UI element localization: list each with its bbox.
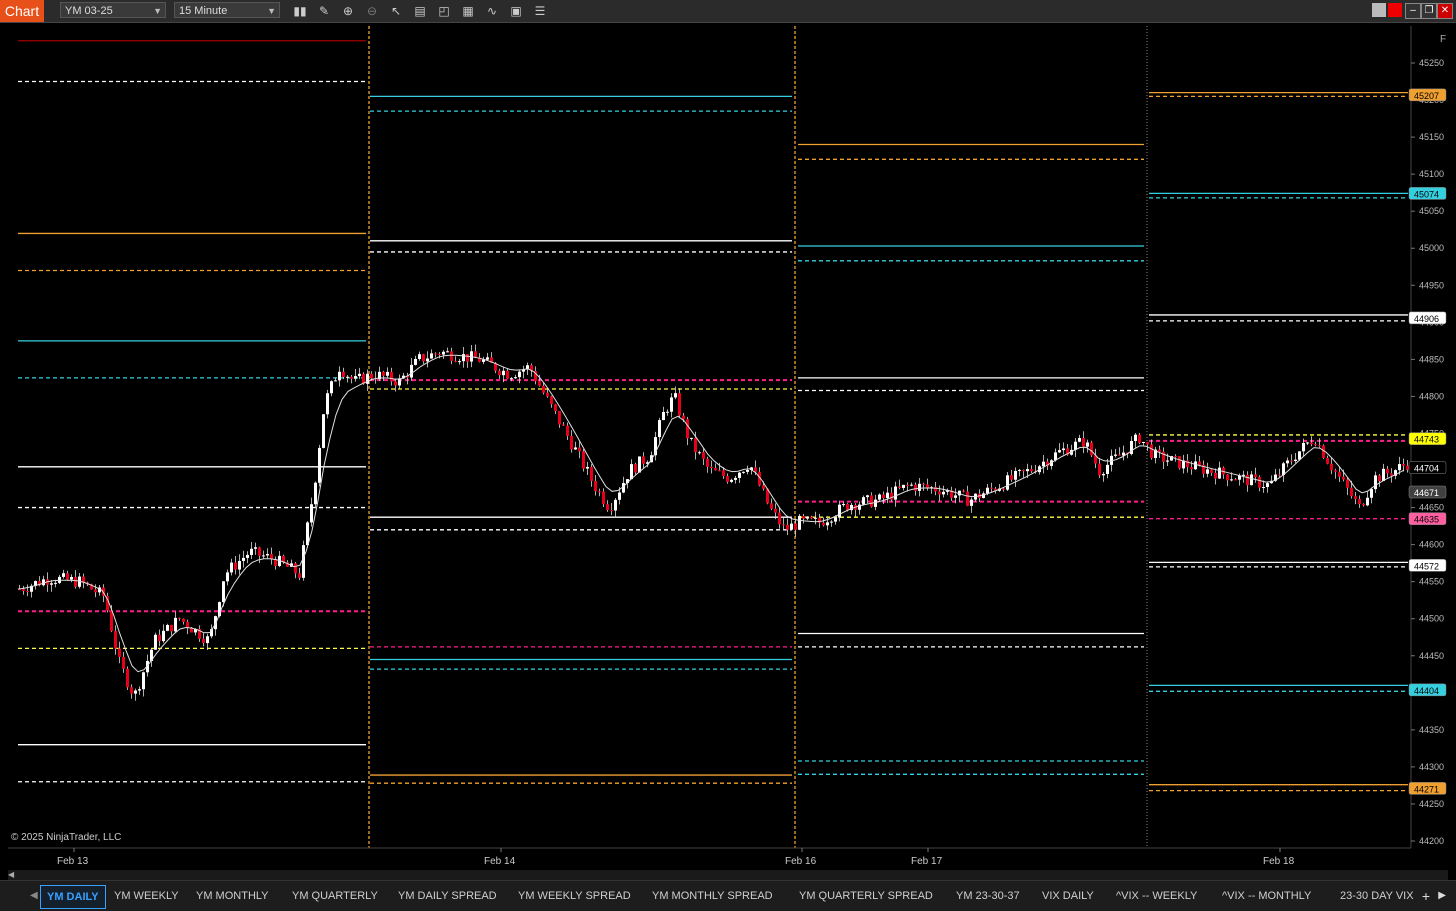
tab-ym-weekly-spread[interactable]: YM WEEKLY SPREAD	[512, 885, 637, 907]
price-chart[interactable]: 4525045200451504510045050450004495044900…	[8, 26, 1456, 868]
copyright-text: © 2025 NinjaTrader, LLC	[11, 832, 121, 843]
tab-bar: ◀ YM DAILY YM WEEKLY YM MONTHLY YM QUARTERL…	[0, 880, 1456, 911]
instrument-value: YM 03-25	[65, 5, 113, 17]
zoom-out-icon[interactable]: ⊖	[364, 3, 380, 19]
interval-selector[interactable]: 15 Minute ▼	[174, 2, 280, 18]
tab-ym-quarterly-spread[interactable]: YM QUARTERLY SPREAD	[793, 885, 939, 907]
close-icon[interactable]: ✕	[1437, 3, 1453, 19]
tab-ym-daily[interactable]: YM DAILY	[40, 885, 106, 909]
y-tick-label: 44300	[1419, 762, 1444, 772]
y-tick-label: 45050	[1419, 206, 1444, 216]
strategies-icon[interactable]: ▦	[460, 3, 476, 19]
x-tick-label: Feb 18	[1263, 856, 1295, 867]
price-tag-label: 44743	[1414, 435, 1439, 445]
minimize-icon[interactable]: –	[1405, 3, 1421, 19]
y-tick-label: 44500	[1419, 614, 1444, 624]
pencil-icon[interactable]: ✎	[316, 3, 332, 19]
y-tick-label: 44850	[1419, 354, 1444, 364]
price-tag-label: 45074	[1414, 189, 1439, 199]
y-tick-label: 44350	[1419, 725, 1444, 735]
x-tick-label: Feb 13	[57, 856, 89, 867]
tab-ym-monthly[interactable]: YM MONTHLY	[190, 885, 275, 907]
x-tick-label: Feb 16	[785, 856, 817, 867]
chart-toolbar: Chart YM 03-25 ▼ 15 Minute ▼ ▮▮ ✎ ⊕ ⊖ ↖ …	[0, 0, 1456, 23]
price-tag-label: 44404	[1414, 686, 1439, 696]
tab-scroll-right-icon[interactable]: ▶	[1438, 885, 1446, 907]
chevron-down-icon: ▼	[267, 6, 276, 16]
tile-icon[interactable]	[1372, 3, 1386, 17]
instrument-selector[interactable]: YM 03-25 ▼	[60, 2, 166, 18]
tab-vix-daily[interactable]: VIX DAILY	[1036, 885, 1100, 907]
tab-vix-weekly[interactable]: ^VIX -- WEEKLY	[1110, 885, 1203, 907]
y-tick-label: 45250	[1419, 58, 1444, 68]
chevron-down-icon: ▼	[153, 6, 162, 16]
y-tick-label: 44950	[1419, 280, 1444, 290]
y-tick-label: 44600	[1419, 540, 1444, 550]
price-tag-label: 44271	[1414, 784, 1439, 794]
tab-23-30-day-vix[interactable]: 23-30 DAY VIX	[1334, 885, 1420, 907]
pointer-icon[interactable]: ↖	[388, 3, 404, 19]
y-tick-label: 44250	[1419, 799, 1444, 809]
price-tag-label: 44635	[1414, 515, 1439, 525]
corner-label: F	[1440, 34, 1446, 45]
tab-scroll-left-icon[interactable]: ◀	[30, 885, 38, 907]
price-tag-label: 44704	[1414, 464, 1439, 474]
properties-icon[interactable]: ◰	[436, 3, 452, 19]
indicators-icon[interactable]: ∿	[484, 3, 500, 19]
scroll-left-icon[interactable]: ◀	[8, 870, 16, 880]
price-tag-label: 45207	[1414, 91, 1439, 101]
y-tick-label: 44650	[1419, 503, 1444, 513]
price-tag-label: 44572	[1414, 561, 1439, 571]
y-tick-label: 45000	[1419, 243, 1444, 253]
y-tick-label: 44200	[1419, 836, 1444, 846]
tab-ym-23-30-37[interactable]: YM 23-30-37	[950, 885, 1026, 907]
y-tick-label: 44550	[1419, 577, 1444, 587]
price-tag-label: 44906	[1414, 314, 1439, 324]
restore-icon[interactable]: ❐	[1421, 3, 1437, 19]
tab-ym-quarterly[interactable]: YM QUARTERLY	[286, 885, 384, 907]
tab-ym-monthly-spread[interactable]: YM MONTHLY SPREAD	[646, 885, 779, 907]
y-tick-label: 44800	[1419, 391, 1444, 401]
add-tab-icon[interactable]: +	[1422, 885, 1430, 907]
price-tag-label: 44671	[1414, 488, 1439, 498]
y-tick-label: 45100	[1419, 169, 1444, 179]
y-tick-label: 45150	[1419, 132, 1444, 142]
tab-ym-daily-spread[interactable]: YM DAILY SPREAD	[392, 885, 503, 907]
interval-value: 15 Minute	[179, 5, 228, 17]
data-box-icon[interactable]: ▤	[412, 3, 428, 19]
y-tick-label: 44450	[1419, 651, 1444, 661]
horizontal-scrollbar[interactable]: ◀	[8, 870, 1448, 880]
link-icon[interactable]	[1388, 3, 1402, 17]
bar-chart-icon[interactable]: ▮▮	[292, 3, 308, 19]
chart-panel[interactable]: 4525045200451504510045050450004495044900…	[8, 26, 1456, 868]
zoom-in-icon[interactable]: ⊕	[340, 3, 356, 19]
x-tick-label: Feb 17	[911, 856, 943, 867]
list-icon[interactable]: ☰	[532, 3, 548, 19]
tab-vix-monthly[interactable]: ^VIX -- MONTHLY	[1216, 885, 1317, 907]
template-icon[interactable]: ▣	[508, 3, 524, 19]
chart-title: Chart	[0, 0, 44, 22]
x-tick-label: Feb 14	[484, 856, 516, 867]
tab-ym-weekly[interactable]: YM WEEKLY	[108, 885, 185, 907]
